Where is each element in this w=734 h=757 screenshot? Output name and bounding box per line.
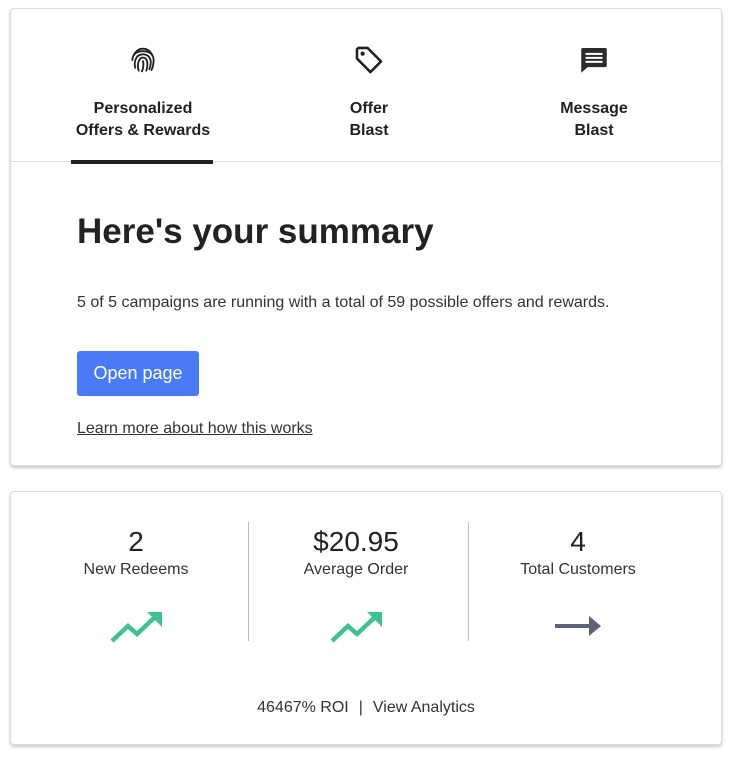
tab-personalized-offers[interactable]: Personalized Offers & Rewards: [55, 9, 231, 164]
tab-label: Personalized Offers & Rewards: [55, 98, 231, 142]
tab-label-line1: Message: [560, 100, 628, 117]
stat-value: $20.95: [313, 526, 399, 557]
tab-offer-blast[interactable]: Offer Blast: [296, 9, 442, 161]
stat-label: New Redeems: [83, 561, 189, 578]
tag-icon: [355, 46, 383, 74]
trending-up-icon: [330, 612, 382, 643]
arrow-right-icon: [555, 616, 601, 636]
message-icon: [581, 47, 607, 73]
tab-message-blast[interactable]: Message Blast: [521, 9, 667, 161]
summary-title: Here's your summary: [77, 212, 434, 251]
stat-value: 4: [570, 526, 586, 557]
fingerprint-icon: [131, 47, 155, 73]
tab-label-line2: Blast: [349, 122, 389, 139]
tab-label-line2: Offers & Rewards: [75, 122, 211, 139]
tab-label-line2: Blast: [574, 122, 614, 139]
summary-description: 5 of 5 campaigns are running with a tota…: [77, 294, 610, 311]
stats-card: 2 New Redeems $20.95 Average Order 4 Tot…: [10, 491, 722, 745]
tab-label-line1: Personalized: [93, 100, 193, 117]
campaign-summary-card: Personalized Offers & Rewards Offer Blas…: [10, 8, 722, 466]
stats-footer: 46467% ROI | View Analytics: [11, 698, 721, 718]
trending-up-icon: [110, 612, 162, 643]
stat-label: Average Order: [303, 561, 409, 578]
tab-bar: Personalized Offers & Rewards Offer Blas…: [11, 9, 721, 164]
tab-label: Offer Blast: [296, 98, 442, 142]
active-tab-indicator: [71, 160, 213, 164]
open-page-button[interactable]: Open page: [77, 351, 199, 396]
view-analytics-link[interactable]: View Analytics: [373, 699, 475, 716]
stat-label: Total Customers: [520, 561, 636, 578]
learn-more-link[interactable]: Learn more about how this works: [77, 420, 313, 438]
roi-text: 46467% ROI: [257, 699, 349, 716]
tab-label: Message Blast: [521, 98, 667, 142]
tab-label-line1: Offer: [349, 100, 389, 117]
stat-value: 2: [128, 526, 144, 557]
footer-separator: |: [358, 699, 363, 716]
